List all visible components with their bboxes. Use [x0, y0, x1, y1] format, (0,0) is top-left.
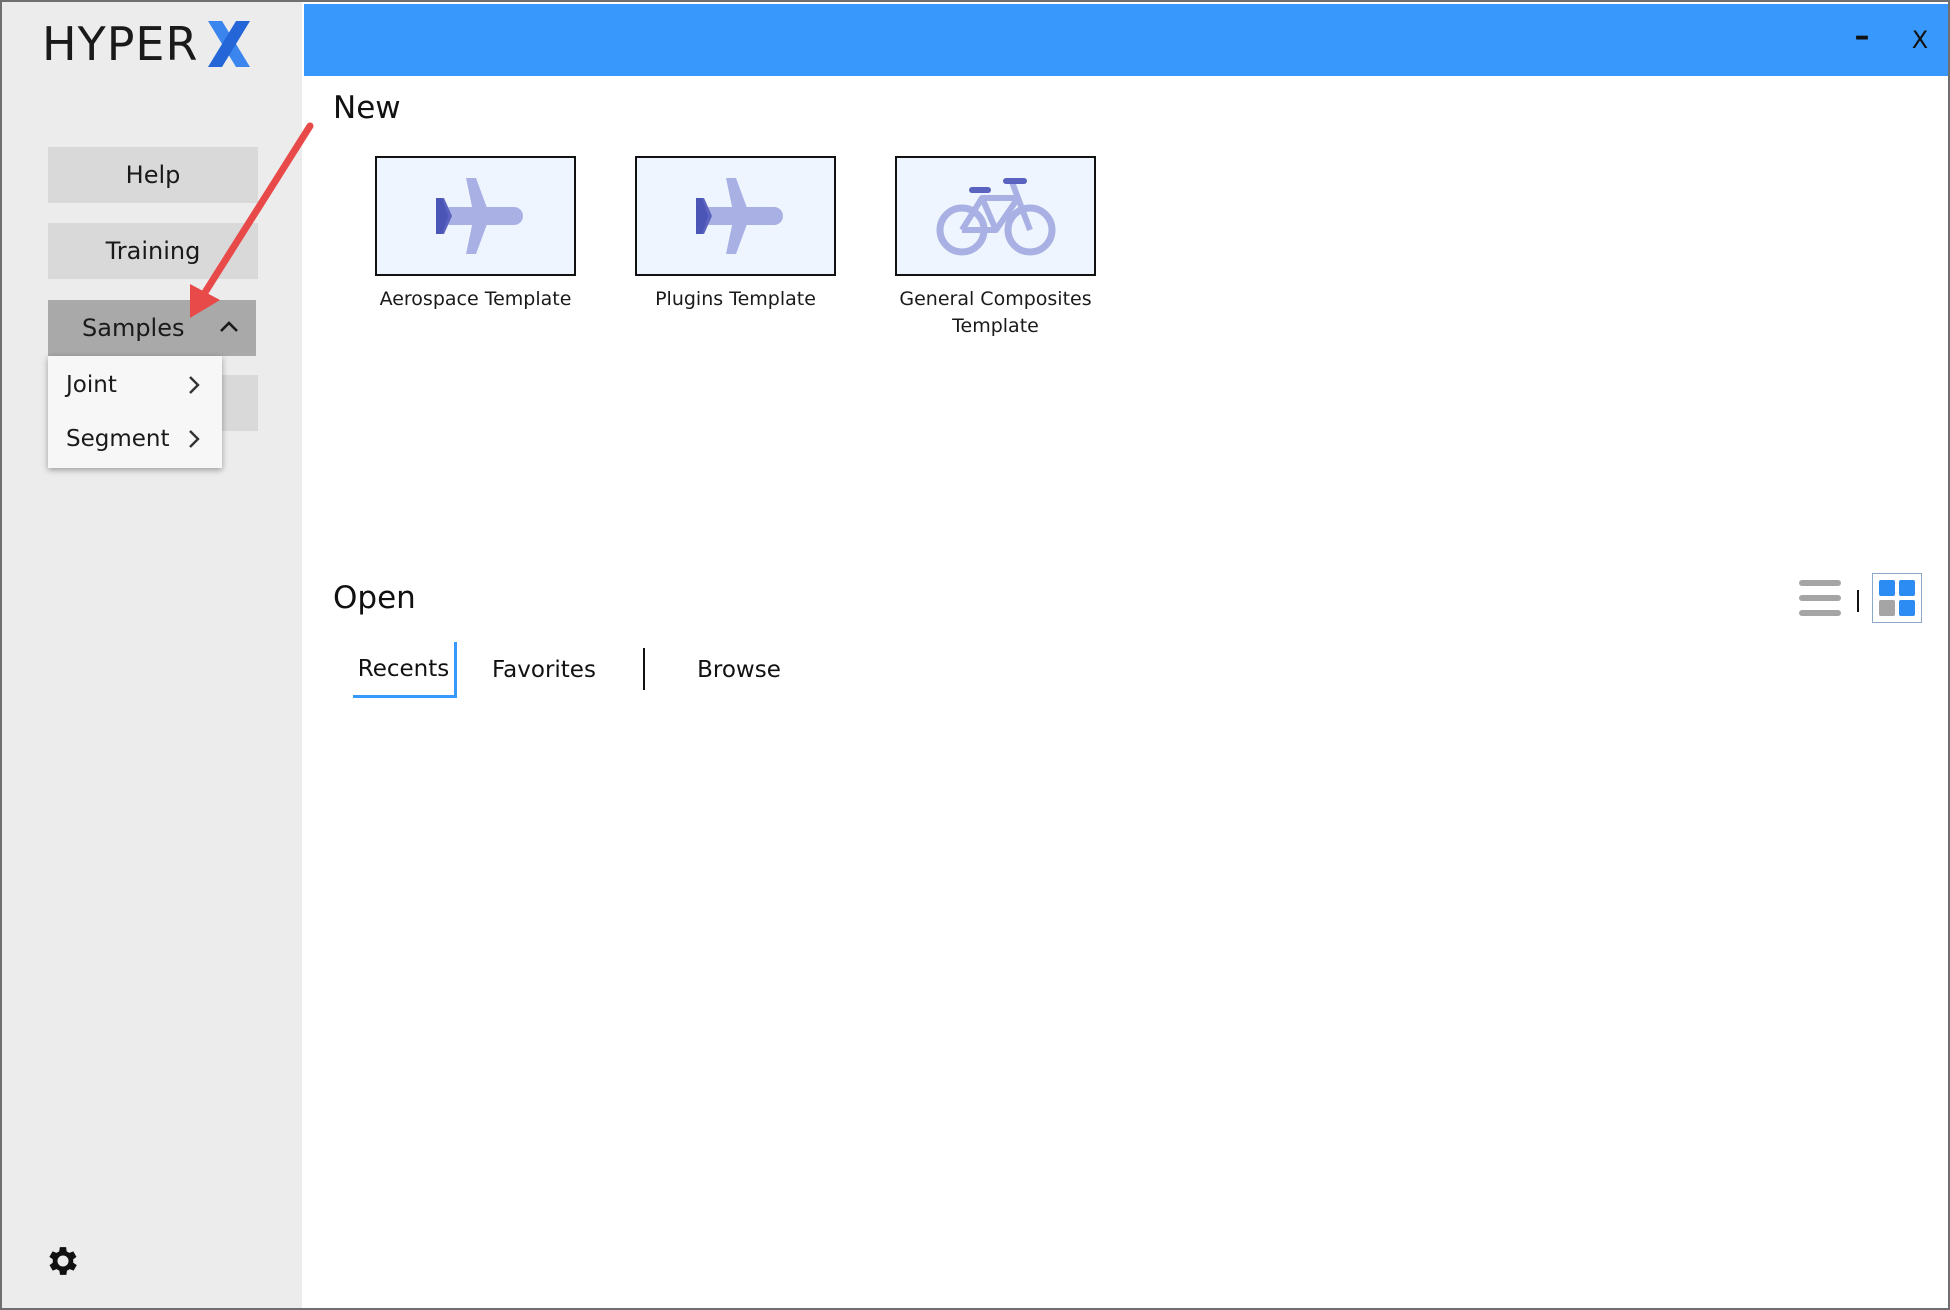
logo-text: HYPER	[42, 17, 199, 71]
sidebar-item-help[interactable]: Help	[48, 147, 258, 203]
tab-separator	[643, 648, 645, 690]
tab-browse[interactable]: Browse	[678, 642, 800, 698]
template-thumbnail	[635, 156, 836, 276]
menu-item-label: Joint	[66, 372, 117, 398]
new-section-title: New	[333, 90, 401, 126]
menu-item-segment[interactable]: Segment	[48, 414, 222, 464]
sidebar-item-label: Help	[125, 161, 181, 189]
tab-recents[interactable]: Recents	[353, 642, 457, 698]
logo-x-icon	[208, 21, 251, 67]
chevron-up-icon	[220, 321, 238, 332]
template-aerospace[interactable]: Aerospace Template	[375, 156, 576, 313]
sidebar-item-label: Training	[105, 237, 201, 265]
grid-view-button[interactable]	[1872, 573, 1922, 623]
app-window: HYPER Help Training Samples Joint Segmen…	[0, 0, 1950, 1310]
grid-view-icon	[1879, 580, 1915, 616]
tab-label: Browse	[697, 657, 781, 683]
sidebar-item-label: Samples	[82, 314, 185, 342]
template-plugins[interactable]: Plugins Template	[635, 156, 836, 313]
airplane-icon	[695, 178, 783, 254]
template-general-composites[interactable]: General Composites Template	[895, 156, 1096, 340]
chevron-right-icon	[189, 430, 200, 448]
list-view-icon[interactable]	[1799, 578, 1841, 618]
minimize-button[interactable]: –	[1842, 22, 1882, 58]
menu-item-label: Segment	[66, 426, 170, 452]
menu-item-joint[interactable]: Joint	[48, 360, 222, 410]
samples-dropdown: Joint Segment	[48, 356, 222, 468]
template-thumbnail	[375, 156, 576, 276]
tab-label: Favorites	[492, 657, 596, 683]
open-section-title: Open	[333, 580, 416, 616]
tab-label: Recents	[357, 655, 450, 682]
template-label: General Composites Template	[899, 288, 1092, 337]
sidebar-item-samples[interactable]: Samples	[48, 300, 256, 356]
tab-favorites[interactable]: Favorites	[480, 642, 608, 698]
template-label: Plugins Template	[655, 288, 816, 310]
template-thumbnail	[895, 156, 1096, 276]
airplane-icon	[435, 178, 523, 254]
title-bar: – X	[304, 4, 1948, 76]
chevron-right-icon	[189, 376, 200, 394]
close-button[interactable]: X	[1900, 22, 1940, 58]
view-toggle-separator	[1857, 590, 1859, 612]
gear-icon[interactable]	[44, 1242, 82, 1280]
sidebar: HYPER Help Training Samples Joint Segmen…	[2, 2, 302, 1308]
sidebar-item-training[interactable]: Training	[48, 223, 258, 279]
logo: HYPER	[42, 16, 256, 72]
template-label: Aerospace Template	[379, 288, 572, 310]
bicycle-icon	[936, 178, 1055, 256]
